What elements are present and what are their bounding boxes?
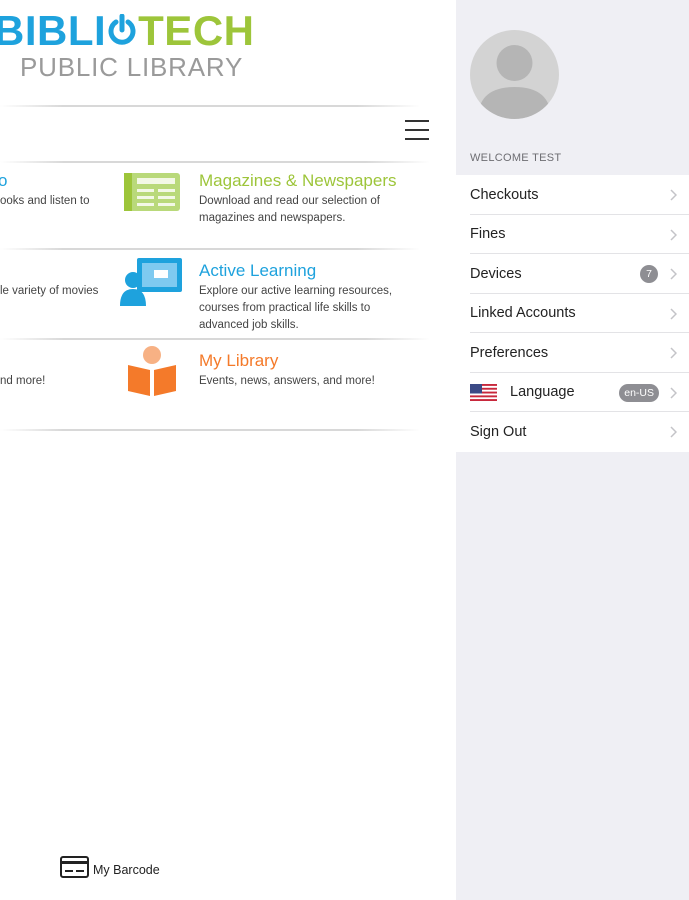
classroom-icon bbox=[120, 256, 184, 313]
tile-title-active-learning: Active Learning bbox=[199, 261, 317, 280]
menu-item-fines[interactable]: Fines bbox=[456, 215, 689, 255]
menu-item-label: Devices bbox=[470, 265, 522, 282]
tile-title: o bbox=[0, 171, 8, 190]
tile-desc: le variety of movies bbox=[0, 285, 99, 297]
tile-title-magazines: Magazines & Newspapers bbox=[199, 171, 397, 190]
chevron-right-icon bbox=[670, 386, 677, 399]
account-sidebar: WELCOME TEST Checkouts Fines Devices 7 L… bbox=[456, 0, 689, 900]
barcode-card-icon bbox=[60, 856, 89, 883]
chevron-right-icon bbox=[670, 347, 677, 359]
menu-item-label: Language bbox=[510, 384, 575, 401]
logo-text-part1: BIBLI bbox=[0, 7, 107, 54]
menu-item-language[interactable]: Language en-US bbox=[456, 373, 689, 413]
tile-title-my-library: My Library bbox=[199, 351, 279, 370]
tile-desc-line: Explore our active learning resources, bbox=[199, 285, 393, 297]
row-divider bbox=[0, 248, 420, 250]
tile-desc-line: courses from practical life skills to bbox=[199, 302, 371, 314]
menu-item-preferences[interactable]: Preferences bbox=[456, 333, 689, 373]
account-menu: Checkouts Fines Devices 7 Linked Account… bbox=[456, 175, 689, 452]
header-divider-top bbox=[0, 105, 420, 107]
hamburger-menu-icon[interactable] bbox=[405, 120, 429, 140]
my-barcode-button[interactable]: My Barcode bbox=[60, 856, 160, 883]
tile-desc: ooks and listen to bbox=[0, 195, 90, 207]
tile-desc-line: magazines and newspapers. bbox=[199, 212, 346, 224]
main-panel: BIBLI TECH PUBLIC LIBRARY o ooks and list… bbox=[0, 0, 456, 900]
tile-desc: nd more! bbox=[0, 375, 46, 387]
row-divider bbox=[0, 429, 420, 431]
chevron-right-icon bbox=[670, 268, 677, 280]
power-icon bbox=[107, 11, 137, 45]
menu-item-label: Checkouts bbox=[470, 186, 539, 203]
reader-book-icon bbox=[126, 345, 178, 402]
chevron-right-icon bbox=[670, 307, 677, 320]
newspaper-icon bbox=[123, 172, 181, 217]
logo-subtitle: PUBLIC LIBRARY bbox=[20, 52, 244, 82]
tile-desc-line: Events, news, answers, and more! bbox=[199, 375, 375, 387]
header-divider-bottom bbox=[0, 161, 430, 163]
row-divider bbox=[0, 338, 430, 340]
menu-item-checkouts[interactable]: Checkouts bbox=[456, 175, 689, 215]
menu-item-linked-accounts[interactable]: Linked Accounts bbox=[456, 294, 689, 334]
language-badge: en-US bbox=[619, 383, 659, 402]
menu-item-devices[interactable]: Devices 7 bbox=[456, 254, 689, 294]
tile-desc-line: Download and read our selection of bbox=[199, 195, 380, 207]
menu-item-label: Fines bbox=[470, 226, 506, 243]
menu-item-label: Sign Out bbox=[470, 423, 527, 440]
menu-item-label: Preferences bbox=[470, 344, 549, 361]
logo-text-part2: TECH bbox=[138, 7, 255, 54]
menu-item-label: Linked Accounts bbox=[470, 305, 576, 322]
welcome-text: WELCOME TEST bbox=[470, 152, 562, 164]
chevron-right-icon bbox=[670, 426, 677, 438]
avatar[interactable] bbox=[470, 30, 559, 119]
chevron-right-icon bbox=[670, 228, 677, 241]
my-barcode-label: My Barcode bbox=[93, 862, 160, 877]
chevron-right-icon bbox=[670, 189, 677, 201]
us-flag-icon bbox=[470, 383, 497, 401]
tile-desc-line: advanced job skills. bbox=[199, 319, 299, 331]
devices-count-badge: 7 bbox=[640, 265, 658, 283]
logo: BIBLI TECH bbox=[0, 8, 255, 54]
menu-item-sign-out[interactable]: Sign Out bbox=[456, 412, 689, 452]
